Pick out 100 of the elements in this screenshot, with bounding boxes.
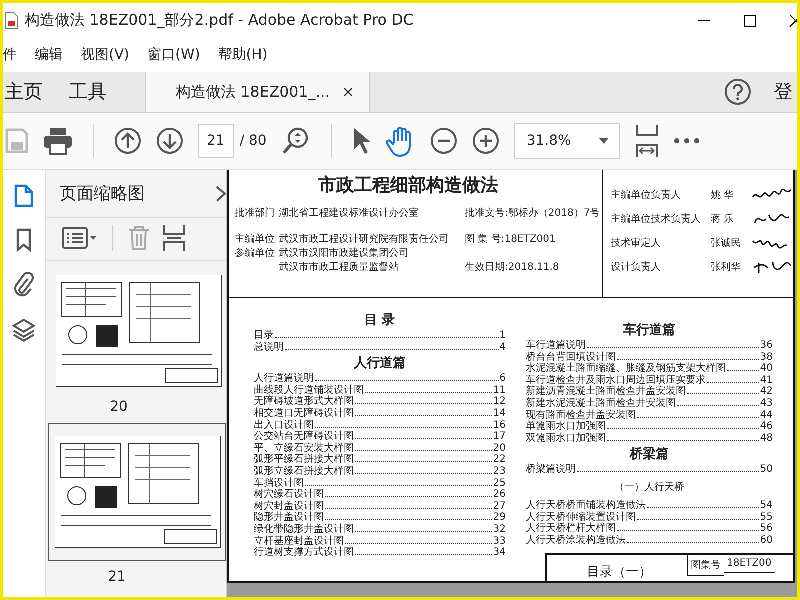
toc-entry: 出入口设计图 [254,420,314,431]
toc-entry: 车挡设计图 [254,478,304,489]
bookmarks-icon[interactable] [16,228,32,252]
nav-tab[interactable]: 工具 [67,72,119,112]
page-number: 25 [493,478,506,490]
subsection-heading: （一）人行天桥 [614,480,684,495]
toc-entry: 绿化带隐形井盖设计图 [254,524,354,536]
field-value: 武汉市市政工程质量监督站 [279,261,400,275]
panel-title: 页面缩略图 [60,183,145,205]
page-number-label: 20 [110,399,129,415]
page-number: 4 [500,342,506,354]
zoom-in-icon[interactable] [472,127,500,155]
person-name: 张利华 [711,260,742,274]
page-number: 41 [760,374,773,386]
toc-entry: 隐形井盖设计图 [254,512,324,524]
toc-entry: 新建水泥混凝土路面检查井安装图 [526,398,676,410]
toc-entry: 公交站台无障碍设计图 [254,431,354,442]
maximize-icon[interactable] [743,14,757,28]
insert-page-icon[interactable] [163,224,185,252]
page-thumbnail[interactable] [48,423,226,561]
page-number: 12 [493,396,506,408]
sign-in-link[interactable]: 登 [774,72,793,112]
toc-entry: 目录 [254,330,274,342]
page-number: 38 [760,352,773,364]
page-number: 56 [760,523,773,535]
page-number: 44 [760,410,773,422]
drawing-title: 目录（一） [586,564,653,581]
toc-entry: 行道树支撑方式设计图 [254,547,354,559]
toc-entry: 桥梁篇说明 [526,464,576,476]
tab-close-button[interactable]: × [342,83,355,101]
pages-icon[interactable] [14,184,34,208]
previous-page-icon[interactable] [114,127,142,155]
menu-item[interactable]: 视图(V) [81,46,130,64]
role-label: 主编单位技术负责人 [611,212,702,226]
page-number: 46 [760,421,773,433]
next-page-icon[interactable] [156,127,184,155]
toc-entry: 平、立缘石安装大样图 [254,442,354,454]
page-number: 43 [760,398,773,410]
zoom-dropdown[interactable]: 31.8% [514,123,620,159]
field-label: 参编单位 [235,247,275,261]
page-number: 34 [493,547,506,559]
window-title: 构造做法 18EZ001_部分2.pdf - Adobe Acrobat Pro DC [25,11,414,30]
toc-entry: 无障碍坡道形式大样图 [254,396,354,408]
toc-entry: 曲线段人行道铺装设计图 [254,384,364,396]
section-heading: 人行道篇 [354,355,406,374]
page-number: 54 [760,500,773,512]
page-number: 48 [760,432,773,444]
page-number: 40 [760,363,773,375]
menu-item[interactable]: 窗口(W) [148,46,200,64]
person-name: 姚 华 [711,189,736,202]
page-number: 36 [760,340,773,352]
page-number: 22 [493,454,506,466]
options-icon[interactable] [62,227,98,249]
toc-entry: 弧形立缘石拼接大样图 [254,466,354,478]
page-number: 32 [493,524,506,536]
print-icon[interactable] [43,127,73,155]
toc-entry: 人行道篇说明 [254,373,314,384]
page-number: 1 [500,330,506,342]
page-number: 16 [493,420,506,432]
page-number: 20 [493,442,506,454]
document-tab[interactable]: 构造做法 18EZ001_... × [145,72,370,112]
section-heading: 桥梁篇 [630,446,669,464]
menu-item[interactable]: 件 [3,46,17,64]
nav-tab[interactable]: 主页 [3,72,55,112]
zoom-out-icon[interactable] [430,127,458,155]
page-number: 29 [493,512,506,524]
pointer-icon[interactable] [352,126,372,156]
fit-width-icon[interactable] [634,124,660,158]
toc-entry: 车行道篇说明 [526,340,586,352]
menu-item[interactable]: 编辑 [35,46,63,64]
field-value: 湖北省工程建设标准设计办公室 [279,207,420,221]
field-label: 批准部门 [235,207,275,221]
toc-entry: 总说明 [254,342,284,354]
table-cell: 图集号 [687,555,724,576]
page-number: 50 [760,464,773,476]
document-icon [5,12,19,30]
toc-entry: 人行天桥涂装构造做法 [526,534,626,546]
toc-entry: 现有路面检查井盖安装图 [526,410,636,421]
field-value: 图 集 号:18ETZ001 [465,233,556,247]
layers-icon[interactable] [12,318,36,342]
role-label: 主编单位负责人 [611,188,682,202]
role-label: 技术审定人 [611,236,662,250]
zoom-search-icon[interactable] [280,126,311,156]
toc-entry: 人行天桥栏杆大样图 [526,523,616,534]
page-number: 26 [493,489,506,501]
help-icon[interactable] [724,78,752,106]
tab-label: 构造做法 18EZ001_... [176,82,330,102]
menu-item[interactable]: 帮助(H) [218,46,268,64]
attachments-icon[interactable] [14,272,34,298]
toc-entry: 新建沥青混凝土路面检查井盖安装图 [526,386,686,398]
page-number: 60 [760,534,773,546]
more-icon[interactable] [674,138,700,144]
page-number: 6 [500,373,506,385]
page-number: 17 [493,431,506,443]
page-number-field[interactable]: 21 [198,124,234,158]
toc-entry: 桥台台背回填设计图 [526,352,616,363]
toc-entry: 树穴缘石设计图 [254,489,324,500]
field-value: 武汉市汉阳市政建设集团公司 [279,247,410,261]
field-value: 批准文号:鄂标办（2018）7号 [465,207,600,221]
document-title: 市政工程细部构造做法 [318,174,498,197]
